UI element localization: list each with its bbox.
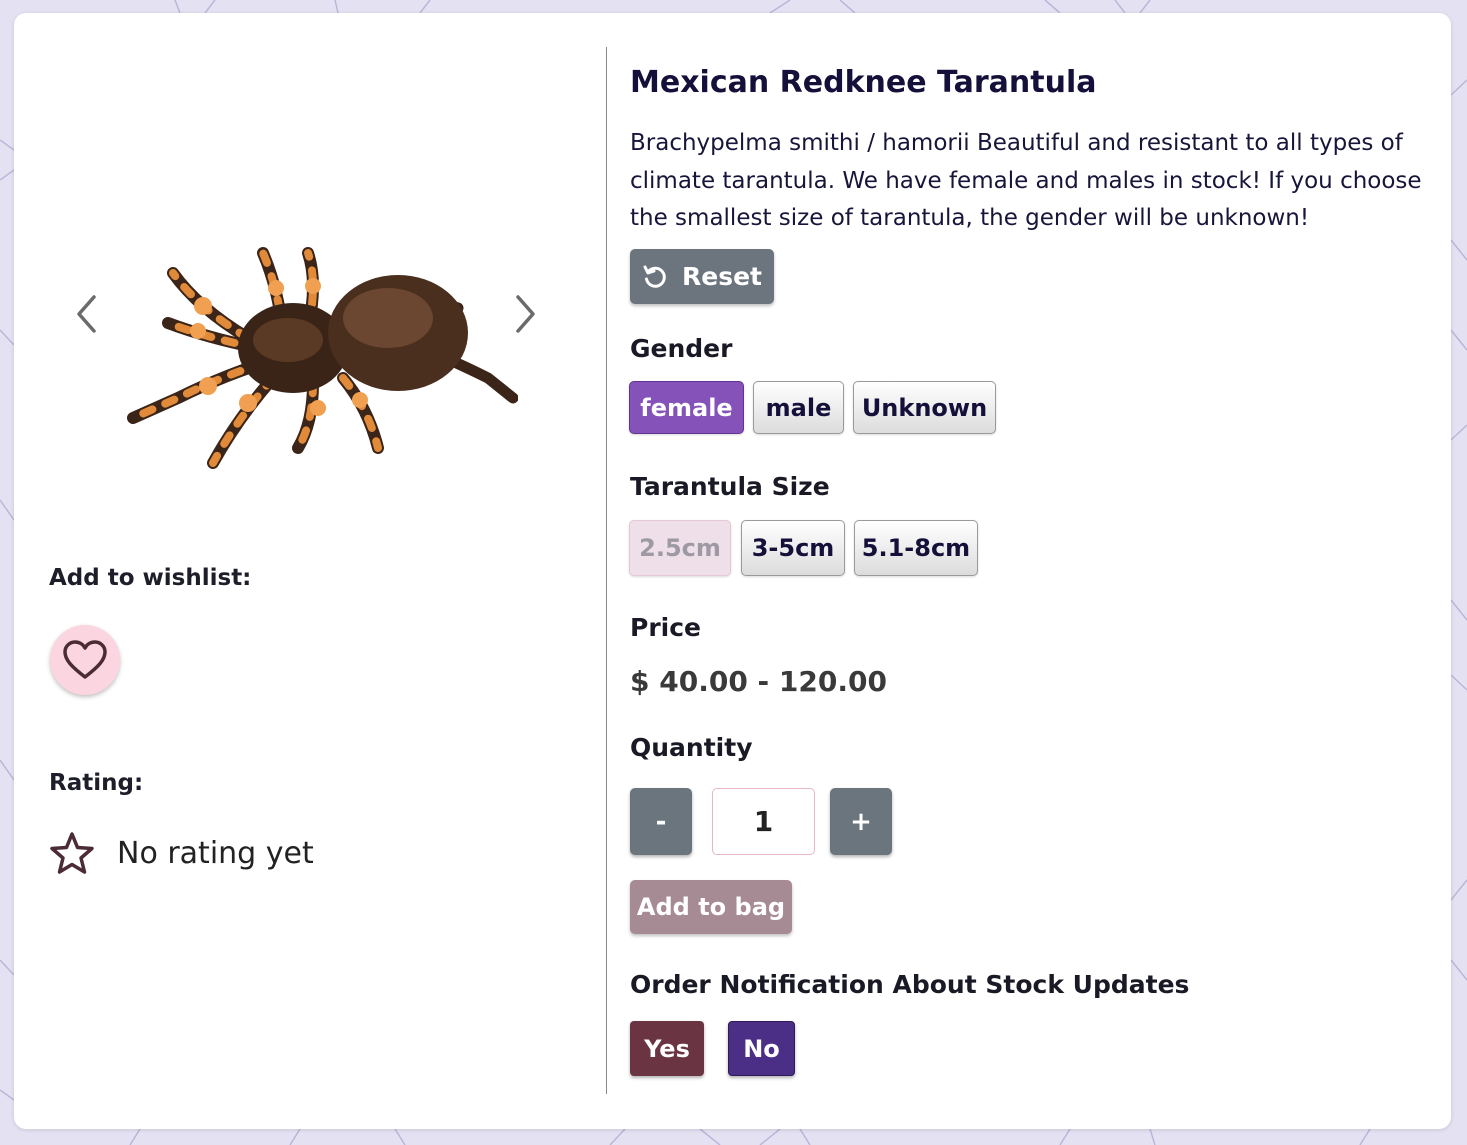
heart-icon (63, 640, 107, 679)
chevron-right-icon (516, 295, 535, 333)
product-description: Brachypelma smithi / hamorii Beautiful a… (630, 130, 1422, 231)
price-label: Price (630, 613, 701, 642)
carousel-next-button[interactable] (506, 293, 546, 335)
product-image (127, 247, 518, 469)
gender-label: Gender (630, 334, 733, 363)
add-to-bag-button[interactable]: Add to bag (630, 880, 792, 934)
rating-label: Rating: (49, 770, 144, 796)
product-title: Mexican Redknee Tarantula (630, 65, 1097, 100)
size-option-5-1-8cm[interactable]: 5.1-8cm (854, 520, 978, 576)
rating-text: No rating yet (117, 835, 314, 871)
reset-button[interactable]: Reset (630, 249, 774, 304)
quantity-input[interactable] (712, 788, 815, 855)
notify-no-button[interactable]: No (728, 1021, 795, 1076)
price-value: $ 40.00 - 120.00 (630, 665, 887, 698)
quantity-increment-button[interactable]: + (830, 788, 892, 855)
gender-option-female[interactable]: female (629, 381, 744, 434)
wishlist-label: Add to wishlist: (49, 565, 252, 591)
gender-option-male[interactable]: male (753, 381, 844, 434)
size-option-2-5cm: 2.5cm (629, 520, 731, 576)
size-label: Tarantula Size (630, 472, 830, 501)
gender-option-unknown[interactable]: Unknown (853, 381, 996, 434)
notification-label: Order Notification About Stock Updates (630, 970, 1190, 999)
column-divider (606, 47, 607, 1094)
chevron-left-icon (77, 295, 96, 333)
star-icon (50, 832, 94, 874)
product-card: Add to wishlist: Rating: No rating yet M… (14, 13, 1451, 1129)
notify-yes-button[interactable]: Yes (630, 1021, 704, 1076)
size-option-3-5cm[interactable]: 3-5cm (741, 520, 845, 576)
reset-button-label: Reset (682, 262, 762, 291)
wishlist-button[interactable] (50, 625, 120, 695)
rating-row: No rating yet (49, 831, 314, 875)
reset-icon (643, 265, 666, 288)
quantity-decrement-button[interactable]: - (630, 788, 692, 855)
quantity-label: Quantity (630, 733, 753, 762)
